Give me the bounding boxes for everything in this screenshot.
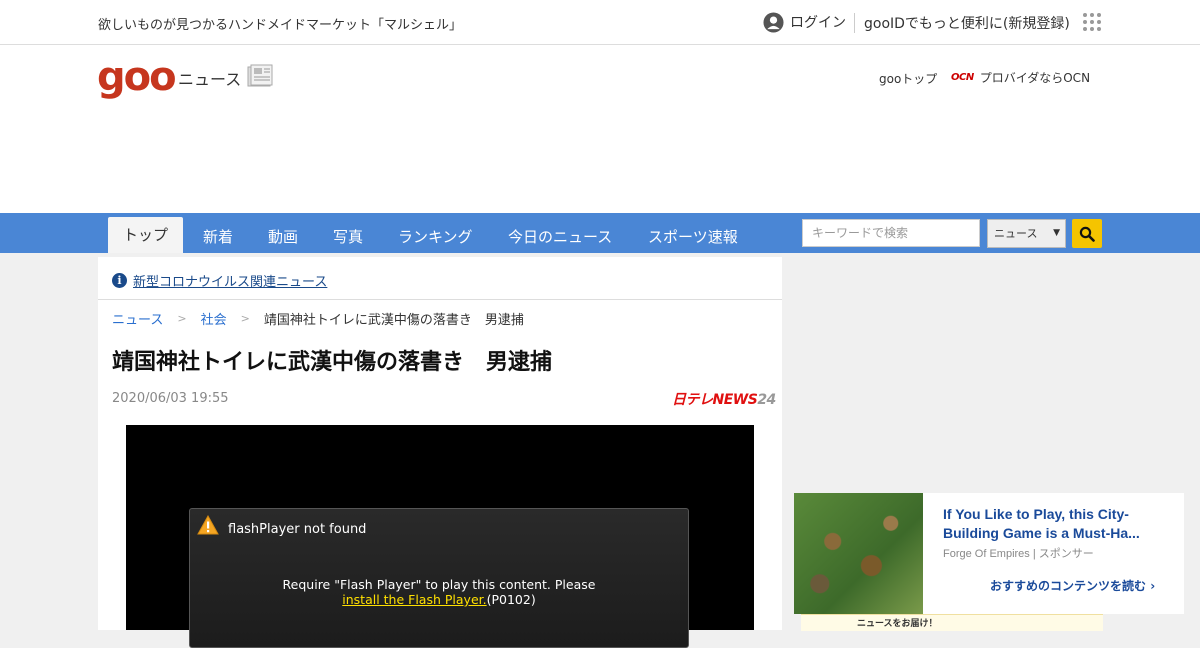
tab-ranking[interactable]: ランキング (398, 226, 473, 247)
tab-sports[interactable]: スポーツ速報 (648, 226, 738, 247)
dialog-title: flashPlayer not found (228, 522, 367, 537)
corona-news-link[interactable]: 新型コロナウイルス関連ニュース (133, 271, 327, 290)
marchel-promo-link[interactable]: 欲しいものが見つかるハンドメイドマーケット「マルシェル」 (98, 14, 462, 33)
info-icon: i (112, 273, 127, 288)
newspaper-icon (247, 64, 273, 87)
breadcrumb: ニュース > 社会 > 靖国神社トイレに武漢中傷の落書き 男逮捕 (112, 309, 524, 328)
ocn-logo: OCN (951, 72, 974, 83)
recommended-content-label: おすすめのコンテンツを読む (990, 579, 1147, 593)
dialog-message-text: Require "Flash Player" to play this cont… (282, 577, 596, 592)
search-button[interactable] (1072, 219, 1102, 248)
dialog-message: Require "Flash Player" to play this cont… (190, 577, 688, 607)
breadcrumb-separator: > (240, 312, 250, 325)
goo-logo[interactable]: goo (97, 57, 177, 97)
tab-photo[interactable]: 写真 (333, 226, 363, 247)
main-nav: トップ 新着 動画 写真 ランキング 今日のニュース スポーツ速報 キーワードで… (0, 213, 1200, 253)
ad-title[interactable]: If You Like to Play, this City-Building … (943, 505, 1168, 543)
tab-video[interactable]: 動画 (268, 226, 298, 247)
article-panel: i 新型コロナウイルス関連ニュース ニュース > 社会 > 靖国神社トイレに武漢… (98, 257, 782, 648)
warning-icon (197, 515, 219, 535)
source-logo-main: 日テレNEWS (672, 392, 758, 408)
user-avatar-icon (763, 11, 784, 33)
error-code: (P0102) (486, 592, 536, 607)
sponsored-ad-card[interactable]: If You Like to Play, this City-Building … (794, 493, 1184, 614)
search-scope-value: ニュース (994, 227, 1038, 240)
video-player[interactable]: flashPlayer not found Require "Flash Pla… (126, 425, 754, 648)
login-label: ログイン (790, 15, 846, 31)
publish-date: 2020/06/03 19:55 (112, 391, 229, 406)
source-logo-suffix: 24 (757, 392, 776, 408)
tab-todays-news[interactable]: 今日のニュース (508, 226, 612, 247)
search-icon (1079, 226, 1095, 242)
breadcrumb-separator: > (177, 312, 187, 325)
utility-bar: 欲しいものが見つかるハンドメイドマーケット「マルシェル」 ログイン gooIDで… (0, 0, 1200, 45)
breadcrumb-news[interactable]: ニュース (112, 309, 163, 328)
ntv-news24-logo[interactable]: 日テレNEWS24 (672, 389, 776, 409)
breadcrumb-current: 靖国神社トイレに武漢中傷の落書き 男逮捕 (263, 313, 524, 328)
topbar-divider (854, 13, 855, 33)
ad-thumbnail[interactable] (794, 493, 923, 614)
ocn-link[interactable]: OCN プロバイダならOCN (951, 69, 1090, 86)
tab-latest[interactable]: 新着 (203, 226, 233, 247)
tab-top[interactable]: トップ (108, 217, 184, 253)
site-header: goo ニュース gooトップ OCN プロバイダならOCN (0, 45, 1200, 213)
breadcrumb-society[interactable]: 社会 (201, 309, 227, 328)
login-link[interactable]: ログイン (763, 11, 846, 33)
search-scope-select[interactable]: ニュース ▼ (987, 219, 1066, 248)
page-title: 靖国神社トイレに武漢中傷の落書き 男逮捕 (112, 350, 553, 375)
flash-error-dialog: flashPlayer not found Require "Flash Pla… (189, 508, 689, 648)
divider (98, 299, 782, 300)
news-section-title[interactable]: ニュース (178, 66, 241, 90)
banner-text: ニュースをお届け！ (857, 619, 938, 629)
install-flash-link[interactable]: install the Flash Player. (342, 592, 486, 607)
recommended-content-link[interactable]: おすすめのコンテンツを読む › (990, 577, 1155, 594)
caret-down-icon: ▼ (1053, 228, 1060, 238)
chevron-right-icon: › (1150, 579, 1156, 593)
goo-top-link[interactable]: gooトップ (879, 70, 937, 87)
news-delivery-banner[interactable]: ニュースをお届け！ (801, 614, 1103, 631)
search-input[interactable]: キーワードで検索 (802, 219, 980, 247)
register-link[interactable]: gooIDでもっと便利に(新規登録) (864, 13, 1070, 33)
corona-notice: i 新型コロナウイルス関連ニュース (112, 271, 327, 290)
app-grid-icon[interactable] (1083, 13, 1101, 31)
ad-source: Forge Of Empires | スポンサー (943, 548, 1094, 560)
ocn-label: プロバイダならOCN (979, 71, 1091, 85)
